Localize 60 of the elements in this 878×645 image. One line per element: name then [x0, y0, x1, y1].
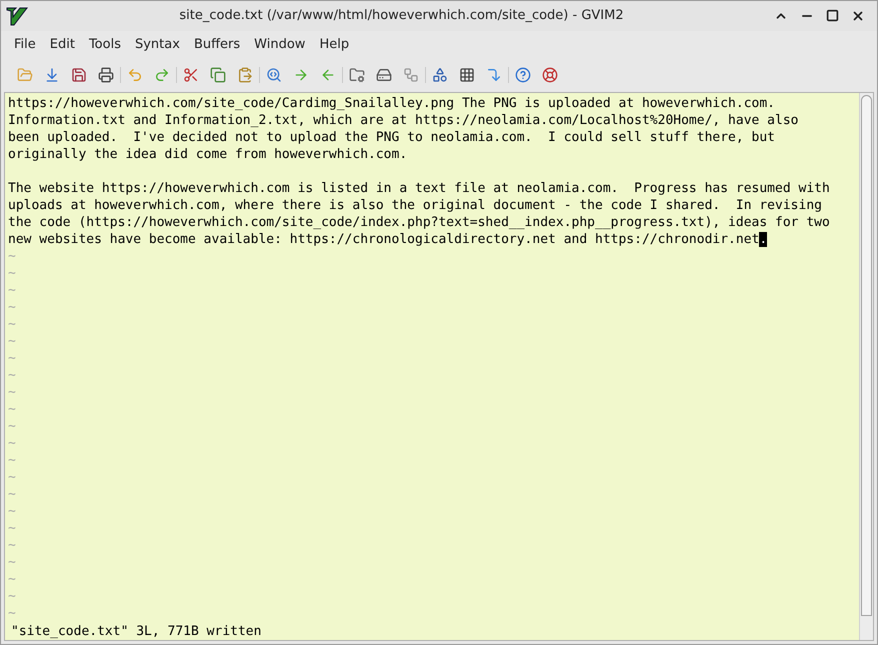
- empty-line-marker: ~: [8, 487, 16, 502]
- empty-line-marker: ~: [8, 470, 16, 485]
- empty-line-marker: ~: [8, 385, 16, 400]
- shapes-icon[interactable]: [432, 67, 448, 83]
- text-line: https://howeverwhich.com/site_code/Cardimg_Snailalley.png The PNG is uploaded at howeverwhich.com.: [8, 96, 776, 111]
- copy-icon[interactable]: [210, 67, 226, 83]
- empty-line-marker: ~: [8, 521, 16, 536]
- text-line: The website https://howeverwhich.com is listed in a text file at neolamia.com. Progress has resumed with: [8, 181, 830, 196]
- menu-item[interactable]: Edit: [42, 34, 82, 54]
- text-line: originally the idea did come from howeverwhich.com.: [8, 147, 408, 162]
- empty-line-marker: ~: [8, 555, 16, 570]
- grid-icon[interactable]: [459, 67, 475, 83]
- nodes-icon[interactable]: [403, 67, 419, 83]
- arrow-left-icon[interactable]: [320, 67, 336, 83]
- download-icon[interactable]: [44, 67, 60, 83]
- empty-line-marker: ~: [8, 436, 16, 451]
- text-line: been uploaded. I've decided not to upload the PNG to neolamia.com. I could sell stuff there, but: [8, 130, 776, 145]
- menu-item[interactable]: Buffers: [186, 34, 248, 54]
- empty-line-marker: ~: [8, 606, 16, 621]
- text-line: new websites have become available: https://chronologicaldirectory.net and https://chronodir.net: [8, 232, 760, 247]
- empty-line-marker: ~: [8, 317, 16, 332]
- empty-line-marker: ~: [8, 589, 16, 604]
- close-icon[interactable]: [851, 9, 865, 23]
- clipboard-icon[interactable]: [237, 67, 253, 83]
- empty-line-marker: ~: [8, 504, 16, 519]
- text-line: the code (https://howeverwhich.com/site_code/index.php?text=shed__index.php__progress.txt), ideas for two: [8, 215, 830, 230]
- arrow-down-icon[interactable]: [486, 67, 502, 83]
- menu-item[interactable]: File: [7, 34, 43, 54]
- empty-line-marker: ~: [8, 334, 16, 349]
- arrow-right-icon[interactable]: [293, 67, 309, 83]
- text-cursor: .: [759, 232, 768, 247]
- menu-item[interactable]: Tools: [82, 34, 128, 54]
- printer-icon[interactable]: [98, 67, 114, 83]
- restore-icon[interactable]: [826, 9, 839, 22]
- help-icon[interactable]: [515, 67, 531, 83]
- empty-line-marker: ~: [8, 266, 16, 281]
- menu-item[interactable]: Help: [312, 34, 356, 54]
- folder-gear-icon[interactable]: [349, 67, 365, 83]
- empty-line-marker: ~: [8, 572, 16, 587]
- empty-line-marker: ~: [8, 419, 16, 434]
- text-line: Information.txt and Information_2.txt, which are at https://neolamia.com/Localhost%20Home/, have also: [8, 113, 798, 128]
- empty-line-marker: ~: [8, 453, 16, 468]
- window-title: site_code.txt (/var/www/html/howeverwhich.com/site_code) - GVIM2: [178, 7, 625, 26]
- lifebuoy-icon[interactable]: [542, 67, 558, 83]
- empty-line-marker: ~: [8, 300, 16, 315]
- status-message: "site_code.txt" 3L, 771B written: [10, 623, 262, 641]
- redo-icon[interactable]: [154, 67, 170, 83]
- search-icon[interactable]: [266, 67, 282, 83]
- text-line: uploads at howeverwhich.com, where there is also the original document - the code I shared. In revising: [8, 198, 822, 213]
- scrollbar-thumb[interactable]: [861, 95, 872, 616]
- empty-line-marker: ~: [8, 368, 16, 383]
- empty-line-marker: ~: [8, 538, 16, 553]
- menu-item[interactable]: Syntax: [128, 34, 187, 54]
- empty-line-marker: ~: [8, 351, 16, 366]
- scissors-icon[interactable]: [183, 67, 199, 83]
- empty-line-marker: ~: [8, 402, 16, 417]
- menu-item[interactable]: Window: [247, 34, 312, 54]
- empty-line-marker: ~: [8, 283, 16, 298]
- scrollbar[interactable]: [859, 93, 873, 640]
- empty-line-marker: ~: [8, 249, 16, 264]
